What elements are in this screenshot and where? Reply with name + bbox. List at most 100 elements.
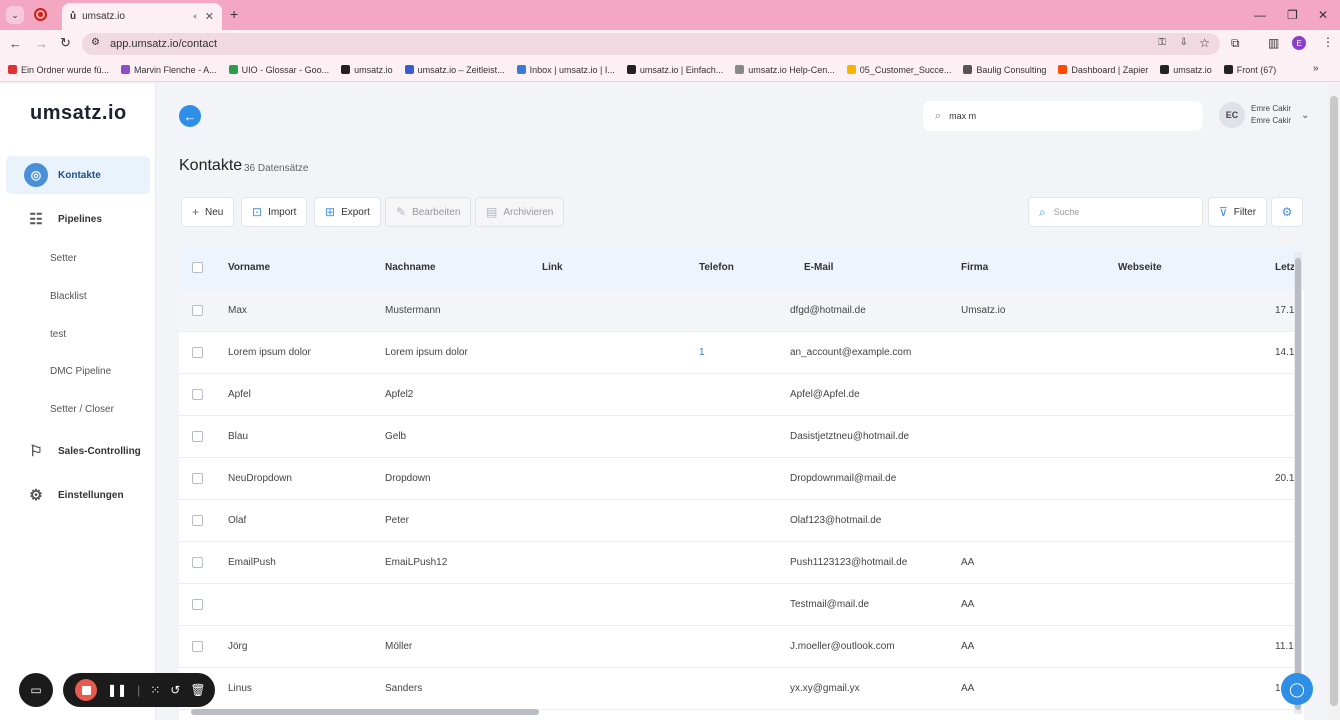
sidebar-item-sales-controlling[interactable]: ⚐ Sales-Controlling: [6, 432, 150, 470]
bookmark-item[interactable]: Dashboard | Zapier: [1058, 65, 1148, 75]
address-bar[interactable]: ⚙ app.umsatz.io/contact ⚿ ⇩ ☆: [82, 33, 1220, 55]
grid-icon[interactable]: ⁙: [150, 683, 160, 697]
sidebar-item-pipelines[interactable]: ☷ Pipelines: [6, 200, 150, 238]
sidebar-item-einstellungen[interactable]: ⚙ Einstellungen: [6, 476, 150, 514]
install-app-icon[interactable]: ⇩: [1180, 37, 1188, 48]
table-row[interactable]: Max Mustermann dfgd@hotmail.de Umsatz.io 17.…: [179, 290, 1294, 332]
browser-menu-icon[interactable]: ⋮: [1322, 35, 1334, 49]
row-checkbox[interactable]: [192, 347, 203, 358]
table-row[interactable]: Olaf Peter Olaf123@hotmail.de: [179, 500, 1294, 542]
search-icon: ⌕: [935, 109, 942, 122]
bookmark-item[interactable]: umsatz.io: [341, 65, 393, 75]
global-search-input[interactable]: ⌕ max m: [923, 101, 1203, 131]
bookmark-item[interactable]: Marvin Flenche - A...: [121, 65, 217, 75]
edit-button[interactable]: ✎ Bearbeiten: [385, 197, 472, 227]
pause-icon[interactable]: ❚❚: [107, 683, 127, 697]
mute-icon[interactable]: 🔈︎: [193, 11, 198, 22]
archive-button[interactable]: ▤ Archivieren: [475, 197, 565, 227]
table-row[interactable]: Linus Sanders yx.xy@gmail.yx AA 1: [179, 668, 1294, 710]
bookmark-item[interactable]: Inbox | umsatz.io | I...: [516, 65, 615, 75]
bookmark-item[interactable]: 05_Customer_Succe...: [846, 65, 951, 75]
row-checkbox[interactable]: [192, 515, 203, 526]
row-checkbox[interactable]: [192, 557, 203, 568]
table-row[interactable]: Lorem ipsum dolor Lorem ipsum dolor 1 an_ac…: [179, 332, 1297, 374]
sidebar-item-kontakte[interactable]: ◎ Kontakte: [6, 156, 150, 194]
bookmark-item[interactable]: umsatz.io – Zeitleist...: [404, 65, 505, 75]
app-logo[interactable]: umsatz.io: [30, 102, 127, 125]
bookmark-item[interactable]: Ein Ordner wurde fü...: [8, 65, 109, 75]
window-close-icon[interactable]: ✕: [1318, 8, 1328, 22]
column-header-webseite[interactable]: Webseite: [1118, 262, 1162, 273]
table-row[interactable]: Jörg Möller J.moeller@outlook.com AA 11.1(: [179, 626, 1297, 668]
user-menu[interactable]: EC Emre Cakir Emre Cakir ⌄: [1219, 102, 1309, 128]
row-checkbox[interactable]: [192, 431, 203, 442]
table-row[interactable]: EmailPush EmaiLPush12 Push1123123@hotmail.…: [179, 542, 1294, 584]
table-horizontal-scroll-thumb[interactable]: [191, 709, 539, 715]
sidebar-subitem-test[interactable]: test: [50, 329, 66, 340]
chat-icon: ◯: [1289, 680, 1305, 697]
page-scroll-thumb[interactable]: [1330, 96, 1338, 706]
site-info-icon[interactable]: ⚙: [91, 37, 100, 48]
sidebar-subitem-setter-closer[interactable]: Setter / Closer: [50, 404, 114, 415]
row-checkbox[interactable]: [192, 305, 203, 316]
new-tab-icon[interactable]: +: [230, 6, 238, 22]
bookmark-item[interactable]: umsatz.io: [1160, 65, 1212, 75]
tab-close-icon[interactable]: ✕: [205, 10, 214, 23]
video-camera-icon: ▭: [30, 683, 42, 697]
cell-vorname: EmailPush: [228, 557, 276, 568]
row-checkbox[interactable]: [192, 641, 203, 652]
column-header-nachname[interactable]: Nachname: [385, 262, 436, 273]
table-search-input[interactable]: ⌕ Suche: [1028, 197, 1203, 227]
bookmark-star-icon[interactable]: ☆: [1199, 36, 1210, 50]
table-row[interactable]: NeuDropdown Dropdown Dropdownmail@mail.de 2…: [179, 458, 1294, 500]
minimize-icon[interactable]: —: [1254, 8, 1266, 22]
table-settings-button[interactable]: ⚙: [1271, 197, 1303, 227]
filter-button[interactable]: ⊽ Filter: [1208, 197, 1268, 227]
reload-icon[interactable]: ↻: [60, 35, 71, 51]
column-header-vorname[interactable]: Vorname: [228, 262, 270, 273]
forward-icon[interactable]: →: [35, 36, 48, 51]
column-header-email[interactable]: E-Mail: [804, 262, 833, 273]
browser-tab-active[interactable]: ů umsatz.io 🔈︎ ✕: [62, 3, 222, 30]
column-header-letzte[interactable]: Letz: [1275, 262, 1295, 273]
password-key-icon[interactable]: ⚿: [1158, 37, 1166, 48]
bookmark-item[interactable]: umsatz.io Help-Cen...: [735, 65, 835, 75]
row-checkbox[interactable]: [192, 599, 203, 610]
export-button[interactable]: ⊞ Export: [314, 197, 381, 227]
table-row[interactable]: Testmail@mail.de AA: [179, 584, 1294, 626]
camera-toggle-button[interactable]: ▭: [19, 673, 53, 707]
table-header: Vorname Nachname Link Telefon E-Mail Fir…: [179, 246, 1304, 290]
back-button[interactable]: ←: [179, 105, 201, 127]
more-bookmarks-icon[interactable]: »: [1313, 63, 1319, 74]
import-button[interactable]: ⊡ Import: [241, 197, 308, 227]
table-row[interactable]: Blau Gelb Dasistjetztneu@hotmail.de: [179, 416, 1294, 458]
table-vertical-scroll-thumb[interactable]: [1295, 258, 1301, 710]
bookmark-item[interactable]: UIO - Glossar - Goo...: [228, 65, 329, 75]
select-all-checkbox[interactable]: [192, 262, 203, 273]
side-panel-icon[interactable]: ▥: [1268, 36, 1279, 50]
new-button[interactable]: + Neu: [181, 197, 235, 227]
bookmark-item[interactable]: Baulig Consulting: [963, 65, 1046, 75]
column-header-telefon[interactable]: Telefon: [699, 262, 734, 273]
trash-icon[interactable]: 🗑︎: [190, 683, 205, 697]
row-checkbox[interactable]: [192, 389, 203, 400]
sidebar-subitem-blacklist[interactable]: Blacklist: [50, 291, 87, 302]
extensions-icon[interactable]: ⧉: [1231, 36, 1240, 51]
sidebar-subitem-dmc-pipeline[interactable]: DMC Pipeline: [50, 366, 111, 377]
table-row[interactable]: Apfel Apfel2 Apfel@Apfel.de: [179, 374, 1294, 416]
profile-avatar[interactable]: E: [1292, 36, 1306, 50]
import-icon: ⊡: [252, 205, 263, 219]
column-header-firma[interactable]: Firma: [961, 262, 988, 273]
bookmark-item[interactable]: umsatz.io | Einfach...: [626, 65, 723, 75]
sidebar-subitem-setter[interactable]: Setter: [50, 253, 77, 264]
row-checkbox[interactable]: [192, 473, 203, 484]
back-icon[interactable]: ←: [9, 36, 22, 51]
stop-recording-button[interactable]: [75, 679, 97, 701]
address-url: app.umsatz.io/contact: [110, 38, 218, 50]
chat-support-button[interactable]: ◯: [1281, 673, 1313, 705]
column-header-link[interactable]: Link: [542, 262, 563, 273]
restart-icon[interactable]: ↺: [170, 683, 180, 697]
bookmark-item[interactable]: Front (67): [1223, 65, 1276, 75]
tab-search-icon[interactable]: ⌄: [6, 6, 24, 24]
restore-icon[interactable]: ❐: [1287, 8, 1298, 22]
